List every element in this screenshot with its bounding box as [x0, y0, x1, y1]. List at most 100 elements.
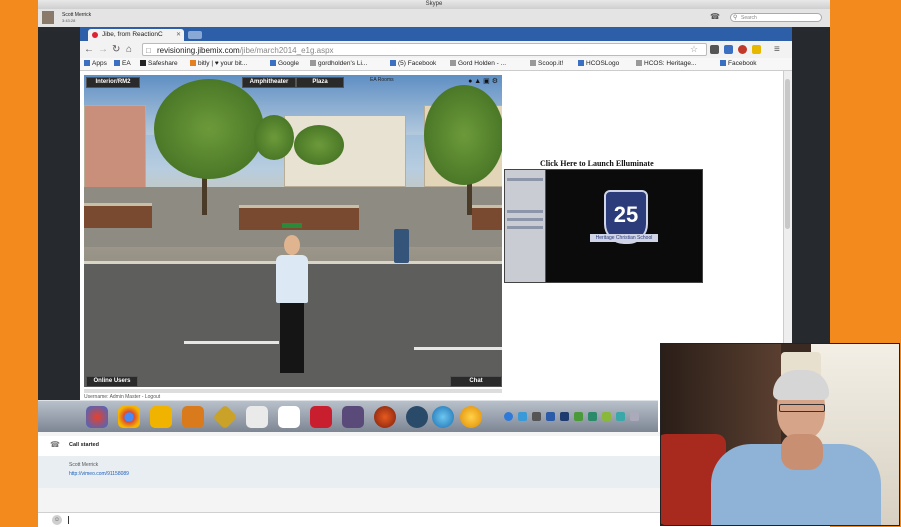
- address-bar[interactable]: □ revisioning.jibemix.com/jibe/march2014…: [142, 43, 707, 56]
- bookmark-icon: [578, 60, 584, 66]
- chrome-icon[interactable]: [118, 406, 140, 428]
- panel-bar: [507, 178, 543, 181]
- bookmark-item[interactable]: bitly | ♥ your bit...: [190, 59, 247, 69]
- dock-small-icon[interactable]: [616, 412, 625, 421]
- bookmark-item[interactable]: Google: [270, 59, 299, 69]
- bookmark-item[interactable]: Apps: [84, 59, 107, 69]
- bookmark-label: Safeshare: [148, 60, 178, 67]
- dock-small-icon[interactable]: [560, 412, 569, 421]
- bookmark-item[interactable]: Safeshare: [140, 59, 178, 69]
- rooms-label: EA Rooms: [370, 77, 394, 83]
- downloader-icon[interactable]: [310, 406, 332, 428]
- menu-icon[interactable]: ≡: [774, 43, 780, 56]
- panel-bar: [507, 210, 543, 213]
- search-input[interactable]: ⚲ Search: [730, 13, 822, 22]
- dock-small-icon[interactable]: [518, 412, 527, 421]
- launch-elluminate-link[interactable]: Click Here to Launch Elluminate: [540, 159, 654, 168]
- emblem-ribbon: Heritage Christian School: [590, 234, 658, 242]
- bookmark-item[interactable]: Scoop.it!: [530, 59, 563, 69]
- bookmark-label: gordholden's Li...: [318, 60, 368, 67]
- user-avatar[interactable]: [42, 11, 54, 24]
- bookmarks-bar: Apps EA Safeshare bitly | ♥ your bit... …: [80, 58, 792, 71]
- back-arrow-icon[interactable]: ←: [84, 43, 94, 56]
- bookmark-item[interactable]: Gord Holden - ...: [450, 59, 506, 69]
- tree: [294, 125, 344, 165]
- bookmark-label: EA: [122, 60, 131, 67]
- viewport-tools[interactable]: ● ▲ ▣ ⚙: [468, 77, 498, 85]
- window-title: Skype: [38, 0, 830, 9]
- jibe-favicon-icon: [92, 32, 98, 38]
- bookmark-item[interactable]: EA: [114, 59, 131, 69]
- bookmark-item[interactable]: (5) Facebook: [390, 59, 436, 69]
- bookmark-item[interactable]: HCOSLogo: [578, 59, 619, 69]
- internet-explorer-icon[interactable]: [432, 406, 454, 428]
- tree: [424, 85, 502, 185]
- bookmark-label: Apps: [92, 60, 107, 67]
- dock-small-icon[interactable]: [532, 412, 541, 421]
- chat-button[interactable]: Chat: [450, 376, 502, 387]
- tree: [254, 115, 294, 160]
- interior-button[interactable]: Interior/RM2: [86, 77, 140, 88]
- bookmark-item[interactable]: gordholden's Li...: [310, 59, 367, 69]
- home-icon[interactable]: ⌂: [126, 43, 132, 56]
- dock-small-icon[interactable]: [574, 412, 583, 421]
- reload-icon[interactable]: ↻: [112, 43, 120, 56]
- bookmark-label: bitly | ♥ your bit...: [198, 60, 248, 67]
- dock-small-icon[interactable]: [504, 412, 513, 421]
- bookmark-label: Scoop.it!: [538, 60, 564, 67]
- extension-camera-icon[interactable]: [710, 45, 719, 54]
- call-status: Call started: [69, 442, 99, 448]
- bookmark-item[interactable]: Facebook: [720, 59, 757, 69]
- elluminate-thumbnail[interactable]: 25 Heritage Christian School: [504, 169, 703, 283]
- webcam-video[interactable]: [660, 343, 900, 526]
- amphitheater-button[interactable]: Amphitheater: [242, 77, 296, 88]
- firefox-icon[interactable]: [374, 406, 396, 428]
- plaza-button[interactable]: Plaza: [296, 77, 344, 88]
- dock-small-icon[interactable]: [602, 412, 611, 421]
- 3d-avatar[interactable]: [272, 223, 312, 377]
- scrollbar-thumb[interactable]: [785, 79, 790, 229]
- bookmark-label: HCOS: Heritage...: [644, 60, 697, 67]
- tab-title: Jibe, from ReactionC: [102, 31, 163, 38]
- dock-small-icon[interactable]: [630, 412, 639, 421]
- tab-jibe[interactable]: Jibe, from ReactionC ✕: [88, 29, 184, 41]
- dock-small-icon[interactable]: [546, 412, 555, 421]
- bookmark-icon: [720, 60, 726, 66]
- dock-small-icon[interactable]: [588, 412, 597, 421]
- app-star-icon[interactable]: [182, 406, 204, 428]
- mac-dock: [38, 400, 658, 433]
- phone-icon[interactable]: ☎: [710, 12, 720, 21]
- skype-user-bar: Scott Merrick 3:43:28 ☎ ⚲ Search: [38, 9, 830, 28]
- jibe-3d-viewport[interactable]: Interior/RM2 Amphitheater Plaza EA Rooms…: [84, 75, 502, 387]
- vectorworks-icon[interactable]: [150, 406, 172, 428]
- elluminate-stage: 25 Heritage Christian School: [546, 170, 702, 282]
- bookmark-icon: [450, 60, 456, 66]
- bookmark-icon: [140, 60, 146, 66]
- extension-red-icon[interactable]: [738, 45, 747, 54]
- dropbox-icon[interactable]: [278, 406, 300, 428]
- unity-icon[interactable]: [246, 406, 268, 428]
- online-users-button[interactable]: Online Users: [86, 376, 138, 387]
- app-circle-icon[interactable]: [406, 406, 428, 428]
- bookmark-item[interactable]: HCOS: Heritage...: [636, 59, 696, 69]
- avatar-torso: [276, 255, 308, 303]
- road-stripe: [414, 347, 502, 350]
- vlc-icon[interactable]: [460, 406, 482, 428]
- call-timer: 3:43:28: [62, 18, 76, 23]
- windows-app-icon[interactable]: [86, 406, 108, 428]
- app-diamond-icon[interactable]: [212, 404, 238, 430]
- forward-arrow-icon[interactable]: →: [98, 43, 108, 56]
- close-tab-icon[interactable]: ✕: [176, 29, 181, 41]
- extension-blue-icon[interactable]: [724, 45, 733, 54]
- phone-icon: ☎: [50, 440, 60, 449]
- search-icon: ⚲: [733, 15, 738, 21]
- browser-toolbar: ← → ↻ ⌂ □ revisioning.jibemix.com/jibe/m…: [80, 41, 792, 59]
- planter: [472, 205, 502, 230]
- apps-icon: [84, 60, 90, 66]
- extension-yellow-icon[interactable]: [752, 45, 761, 54]
- new-tab-button[interactable]: [188, 31, 202, 39]
- terminal-icon[interactable]: [342, 406, 364, 428]
- message-link[interactable]: http://vimeo.com/91158089: [69, 471, 129, 477]
- star-icon[interactable]: ☆: [690, 44, 698, 55]
- emoji-icon[interactable]: ☺: [52, 515, 62, 525]
